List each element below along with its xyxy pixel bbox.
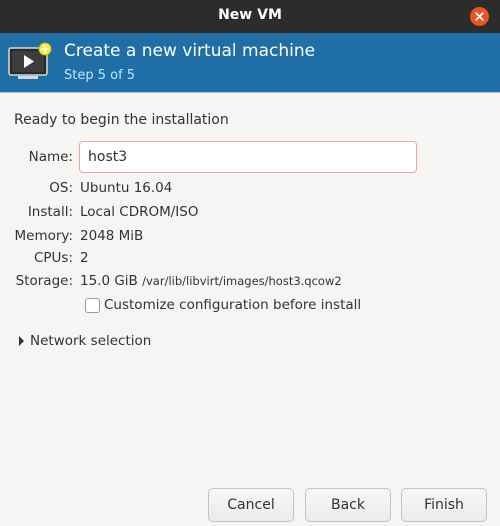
storage-path: /var/lib/libvirt/images/host3.qcow2 (142, 274, 342, 288)
cpus-label: CPUs: (33, 250, 73, 266)
expander-arrow-icon (19, 336, 24, 346)
customize-checkbox-label[interactable]: Customize configuration before install (104, 297, 361, 313)
storage-value: 15.0 GiB /var/lib/libvirt/images/host3.q… (80, 273, 342, 289)
storage-size: 15.0 GiB (80, 273, 138, 289)
close-button[interactable] (470, 7, 489, 26)
os-value: Ubuntu 16.04 (80, 180, 173, 196)
memory-value: 2048 MiB (80, 228, 144, 244)
name-input[interactable] (79, 141, 417, 173)
finish-button[interactable]: Finish (401, 488, 487, 522)
storage-label: Storage: (15, 273, 73, 289)
customize-checkbox[interactable] (85, 298, 100, 313)
network-selection-label: Network selection (30, 333, 152, 349)
wizard-heading: Create a new virtual machine (64, 41, 316, 61)
memory-label: Memory: (14, 228, 73, 244)
back-button[interactable]: Back (305, 488, 391, 522)
wizard-header: Create a new virtual machine Step 5 of 5 (0, 33, 500, 92)
cancel-button[interactable]: Cancel (208, 488, 294, 522)
window-title: New VM (218, 7, 282, 23)
close-icon (475, 12, 484, 21)
virtual-machine-icon (8, 42, 52, 79)
header-divider (0, 92, 500, 93)
wizard-step-indicator: Step 5 of 5 (64, 68, 136, 83)
install-label: Install: (27, 204, 73, 220)
ready-message: Ready to begin the installation (14, 112, 229, 128)
cpus-value: 2 (80, 250, 89, 266)
name-label: Name: (28, 149, 73, 165)
window-titlebar: New VM (0, 0, 500, 33)
install-value: Local CDROM/ISO (80, 204, 199, 220)
os-label: OS: (49, 180, 73, 196)
